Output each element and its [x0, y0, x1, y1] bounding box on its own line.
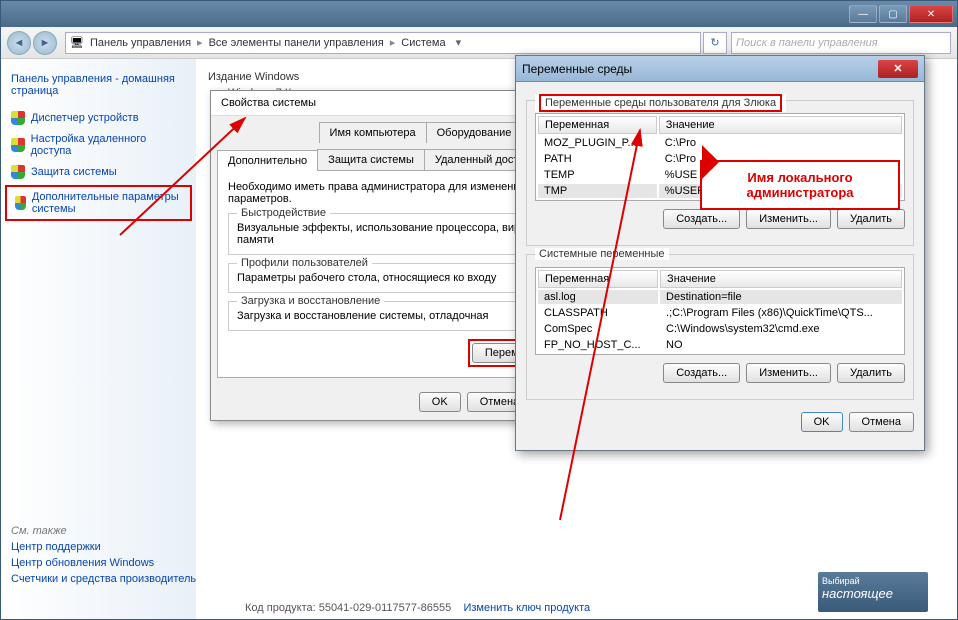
env-dialog-close-button[interactable]: ✕ — [878, 60, 918, 78]
annotation-callout: Имя локального администратора — [700, 160, 900, 210]
var-value: .;C:\Program Files (x86)\QuickTime\QTS..… — [660, 306, 902, 320]
table-row[interactable]: FP_NO_HOST_C...NO — [538, 338, 902, 352]
sidebar-home-link[interactable]: Панель управления - домашняя страница — [1, 69, 196, 107]
col-var[interactable]: Переменная — [538, 270, 658, 288]
var-name: FP_NO_HOST_C... — [538, 338, 658, 352]
sys-vars-group-title: Системные переменные — [535, 248, 669, 260]
breadcrumb-sep: ▸ — [197, 36, 203, 49]
var-name: MOZ_PLUGIN_P... — [538, 136, 657, 150]
breadcrumb-item[interactable]: Все элементы панели управления — [205, 37, 388, 49]
system-vars-group: Системные переменные ПеременнаяЗначение … — [526, 254, 914, 400]
sidebar-item-label: Дополнительные параметры системы — [32, 191, 182, 215]
var-value: NO — [660, 338, 902, 352]
tab-hardware[interactable]: Оборудование — [426, 122, 523, 143]
user-vars-group-title: Переменные среды пользователя для Злюка — [535, 94, 786, 112]
sidebar-footer-link[interactable]: Центр обновления Windows — [11, 557, 225, 569]
user-create-button[interactable]: Создать... — [663, 209, 740, 229]
breadcrumb-item[interactable]: Система — [397, 37, 449, 49]
sys-create-button[interactable]: Создать... — [663, 363, 740, 383]
sidebar-item-label: Диспетчер устройств — [31, 112, 139, 124]
sys-delete-button[interactable]: Удалить — [837, 363, 905, 383]
shield-icon — [11, 165, 25, 179]
env-dialog-title: Переменные среды — [522, 62, 632, 76]
maximize-button[interactable]: ▢ — [879, 5, 907, 23]
var-name: TEMP — [538, 168, 657, 182]
refresh-button[interactable]: ↻ — [703, 32, 727, 54]
minimize-button[interactable]: — — [849, 5, 877, 23]
var-name: CLASSPATH — [538, 306, 658, 320]
tab-computer-name[interactable]: Имя компьютера — [319, 122, 427, 143]
table-row[interactable]: ComSpecC:\Windows\system32\cmd.exe — [538, 322, 902, 336]
system-vars-table[interactable]: ПеременнаяЗначение asl.logDestination=fi… — [535, 267, 905, 355]
env-vars-dialog: Переменные среды ✕ Переменные среды поль… — [515, 55, 925, 451]
sidebar-item-remote[interactable]: Настройка удаленного доступа — [1, 129, 196, 161]
user-group-highlight: Переменные среды пользователя для Злюка — [539, 94, 782, 112]
callout-line2: администратора — [710, 185, 890, 200]
user-delete-button[interactable]: Удалить — [837, 209, 905, 229]
col-val[interactable]: Значение — [660, 270, 902, 288]
env-ok-button[interactable]: OK — [801, 412, 843, 432]
table-row[interactable]: asl.logDestination=file — [538, 290, 902, 304]
forward-button[interactable]: ► — [33, 31, 57, 55]
search-input[interactable]: Поиск в панели управления — [731, 32, 951, 54]
var-name: PATH — [538, 152, 657, 166]
sidebar: Панель управления - домашняя страница Ди… — [1, 59, 196, 619]
sidebar-item-label: Защита системы — [31, 166, 117, 178]
sidebar-footer-link[interactable]: Счетчики и средства производительности — [11, 573, 225, 585]
var-name: ComSpec — [538, 322, 658, 336]
sidebar-item-advanced[interactable]: Дополнительные параметры системы — [11, 189, 186, 217]
close-button[interactable]: ✕ — [909, 5, 953, 23]
user-edit-button[interactable]: Изменить... — [746, 209, 831, 229]
back-button[interactable]: ◄ — [7, 31, 31, 55]
var-name: TMP — [538, 184, 657, 198]
sidebar-footer-link[interactable]: Центр поддержки — [11, 541, 225, 553]
env-cancel-button[interactable]: Отмена — [849, 412, 914, 432]
breadcrumb-item[interactable]: Панель управления — [86, 37, 195, 49]
product-key-label: Код продукта: 55041-029-0117577-86555 — [245, 602, 451, 614]
sidebar-footer-header: См. также — [11, 525, 225, 537]
callout-line1: Имя локального — [710, 170, 890, 185]
sidebar-item-protection[interactable]: Защита системы — [1, 161, 196, 183]
breadcrumb-icon: 🖥 — [70, 36, 84, 49]
var-value: Destination=file — [660, 290, 902, 304]
var-name: asl.log — [538, 290, 658, 304]
sidebar-item-label: Настройка удаленного доступа — [31, 133, 186, 157]
product-key-row: Код продукта: 55041-029-0117577-86555 Из… — [245, 602, 590, 614]
breadcrumb[interactable]: 🖥 Панель управления ▸ Все элементы панел… — [65, 32, 701, 54]
tab-protection[interactable]: Защита системы — [317, 149, 425, 170]
var-value: C:\Windows\system32\cmd.exe — [660, 322, 902, 336]
ok-button[interactable]: OK — [419, 392, 461, 412]
col-val[interactable]: Значение — [659, 116, 902, 134]
highlighted-sidebar-item: Дополнительные параметры системы — [5, 185, 192, 221]
banner-line1: Выбирай — [822, 576, 924, 586]
breadcrumb-dropdown-icon[interactable]: ▾ — [452, 36, 466, 49]
group-title: Профили пользователей — [237, 257, 372, 269]
group-title: Загрузка и восстановление — [237, 295, 384, 307]
sidebar-footer: См. также Центр поддержки Центр обновлен… — [11, 521, 225, 589]
change-key-link[interactable]: Изменить ключ продукта — [463, 602, 590, 614]
col-var[interactable]: Переменная — [538, 116, 657, 134]
table-row[interactable]: MOZ_PLUGIN_P...C:\Pro — [538, 136, 902, 150]
sidebar-item-devices[interactable]: Диспетчер устройств — [1, 107, 196, 129]
banner-line2: настоящее — [822, 586, 924, 601]
table-row[interactable]: CLASSPATH.;C:\Program Files (x86)\QuickT… — [538, 306, 902, 320]
tab-advanced[interactable]: Дополнительно — [217, 150, 318, 171]
sys-edit-button[interactable]: Изменить... — [746, 363, 831, 383]
breadcrumb-sep: ▸ — [390, 36, 396, 49]
promo-banner[interactable]: Выбирай настоящее — [818, 572, 928, 612]
env-dialog-titlebar: Переменные среды ✕ — [516, 56, 924, 82]
shield-icon — [11, 138, 25, 152]
group-title: Быстродействие — [237, 207, 330, 219]
shield-icon — [11, 111, 25, 125]
var-value: C:\Pro — [659, 136, 902, 150]
shield-icon — [15, 196, 26, 210]
titlebar: — ▢ ✕ — [1, 1, 957, 27]
